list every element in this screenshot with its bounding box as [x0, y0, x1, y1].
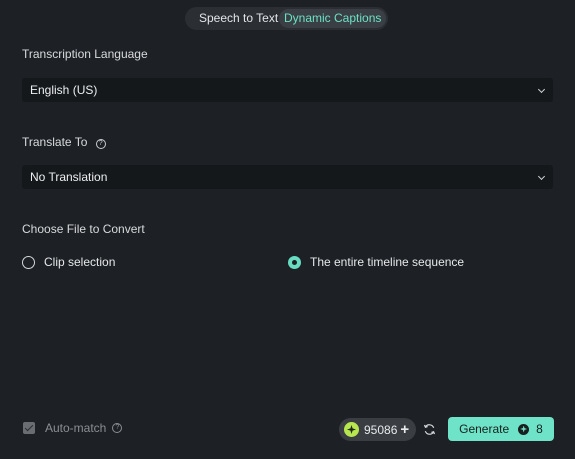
auto-match-checkbox[interactable] — [23, 422, 35, 434]
choose-file-label: Choose File to Convert — [22, 222, 145, 236]
auto-match-label: Auto-match — [45, 421, 107, 435]
tab-speech-to-text[interactable]: Speech to Text — [187, 9, 279, 28]
transcription-language-label: Transcription Language — [22, 47, 148, 61]
generate-label: Generate — [459, 422, 510, 436]
credit-coin-icon — [344, 422, 359, 437]
radio-clip-selection-label: Clip selection — [44, 255, 116, 269]
credit-coin-icon — [518, 423, 530, 435]
radio-entire-timeline[interactable]: The entire timeline sequence — [288, 255, 464, 269]
radio-entire-timeline-circle[interactable] — [288, 255, 301, 269]
refresh-icon[interactable] — [423, 423, 436, 436]
credits-value: 95086 — [364, 422, 398, 437]
tab-dynamic-captions[interactable]: Dynamic Captions — [279, 9, 387, 28]
translate-to-label: Translate To — [22, 135, 88, 149]
translate-to-select[interactable]: No Translation — [22, 165, 553, 189]
radio-clip-selection[interactable]: Clip selection — [22, 255, 115, 269]
auto-match-option: Auto-match ? — [23, 421, 123, 435]
plus-icon[interactable]: + — [400, 422, 409, 437]
generate-cost: 8 — [536, 422, 543, 436]
transcription-language-select[interactable]: English (US) — [22, 78, 553, 102]
credits-balance[interactable]: 95086 + — [339, 418, 416, 441]
mode-tabs: Speech to Text Dynamic Captions — [185, 7, 388, 30]
transcription-language-value: English (US) — [30, 83, 98, 97]
generate-button[interactable]: Generate 8 — [448, 417, 554, 441]
chevron-down-icon — [537, 85, 546, 94]
help-icon[interactable]: ? — [95, 139, 106, 149]
radio-entire-timeline-label: The entire timeline sequence — [310, 255, 465, 269]
translate-to-value: No Translation — [30, 170, 108, 184]
translate-to-label-row: Translate To ? — [22, 135, 106, 149]
chevron-down-icon — [537, 172, 546, 181]
radio-clip-selection-circle[interactable] — [22, 255, 35, 269]
help-icon[interactable]: ? — [112, 423, 123, 433]
